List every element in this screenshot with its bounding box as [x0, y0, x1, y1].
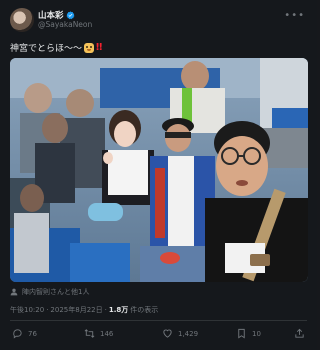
- tweet-photo[interactable]: [10, 58, 308, 282]
- more-options-icon[interactable]: •••: [284, 10, 305, 21]
- share-icon: [295, 328, 304, 338]
- tweet-date[interactable]: 2025年8月22日: [50, 305, 102, 315]
- share-button[interactable]: [294, 328, 305, 339]
- reply-count: 76: [28, 329, 37, 338]
- tweet-meta: 午後10:20 · 2025年8月22日 · 1.8万 件の表示: [10, 305, 158, 315]
- tweet-header: 山本彩 @SayakaNeon •••: [10, 8, 307, 34]
- bookmark-count: 10: [252, 329, 261, 338]
- tiger-face-icon: [84, 42, 95, 53]
- meta-separator: ·: [46, 306, 49, 314]
- tagged-users[interactable]: 陣内智則さんと他1人: [10, 287, 89, 297]
- stadium-selfie-image: [10, 58, 308, 282]
- reply-icon: [13, 329, 22, 339]
- action-bar: 76 146 1,429 10: [10, 328, 307, 344]
- bookmark-button[interactable]: 10: [236, 328, 261, 339]
- views-count: 1.8万: [108, 306, 129, 314]
- retweet-button[interactable]: 146: [84, 328, 113, 339]
- reply-button[interactable]: 76: [12, 328, 37, 339]
- tweet-time[interactable]: 午後10:20: [10, 305, 44, 315]
- divider: [10, 320, 307, 321]
- retweet-count: 146: [100, 329, 114, 338]
- meta-separator-2: ·: [104, 306, 107, 314]
- views-label: 件の表示: [130, 306, 159, 314]
- tweet-text: 神宮でとらほ〜〜 ‼: [10, 41, 102, 54]
- author-handle[interactable]: @SayakaNeon: [38, 20, 92, 29]
- tagged-users-label: 陣内智則さんと他1人: [22, 288, 90, 296]
- retweet-icon: [84, 329, 95, 338]
- person-icon: [10, 288, 18, 296]
- double-exclamation-icon: ‼: [96, 42, 103, 53]
- heart-icon: [163, 329, 172, 338]
- bookmark-icon: [238, 328, 245, 339]
- tweet-card: 山本彩 @SayakaNeon ••• 神宮でとらほ〜〜 ‼ 陣内智則さんと他1…: [0, 0, 317, 350]
- like-count: 1,429: [178, 329, 199, 338]
- avatar[interactable]: [10, 8, 34, 32]
- like-button[interactable]: 1,429: [162, 328, 198, 339]
- verified-badge-icon: [66, 10, 74, 19]
- tweet-body: 神宮でとらほ〜〜: [10, 44, 83, 54]
